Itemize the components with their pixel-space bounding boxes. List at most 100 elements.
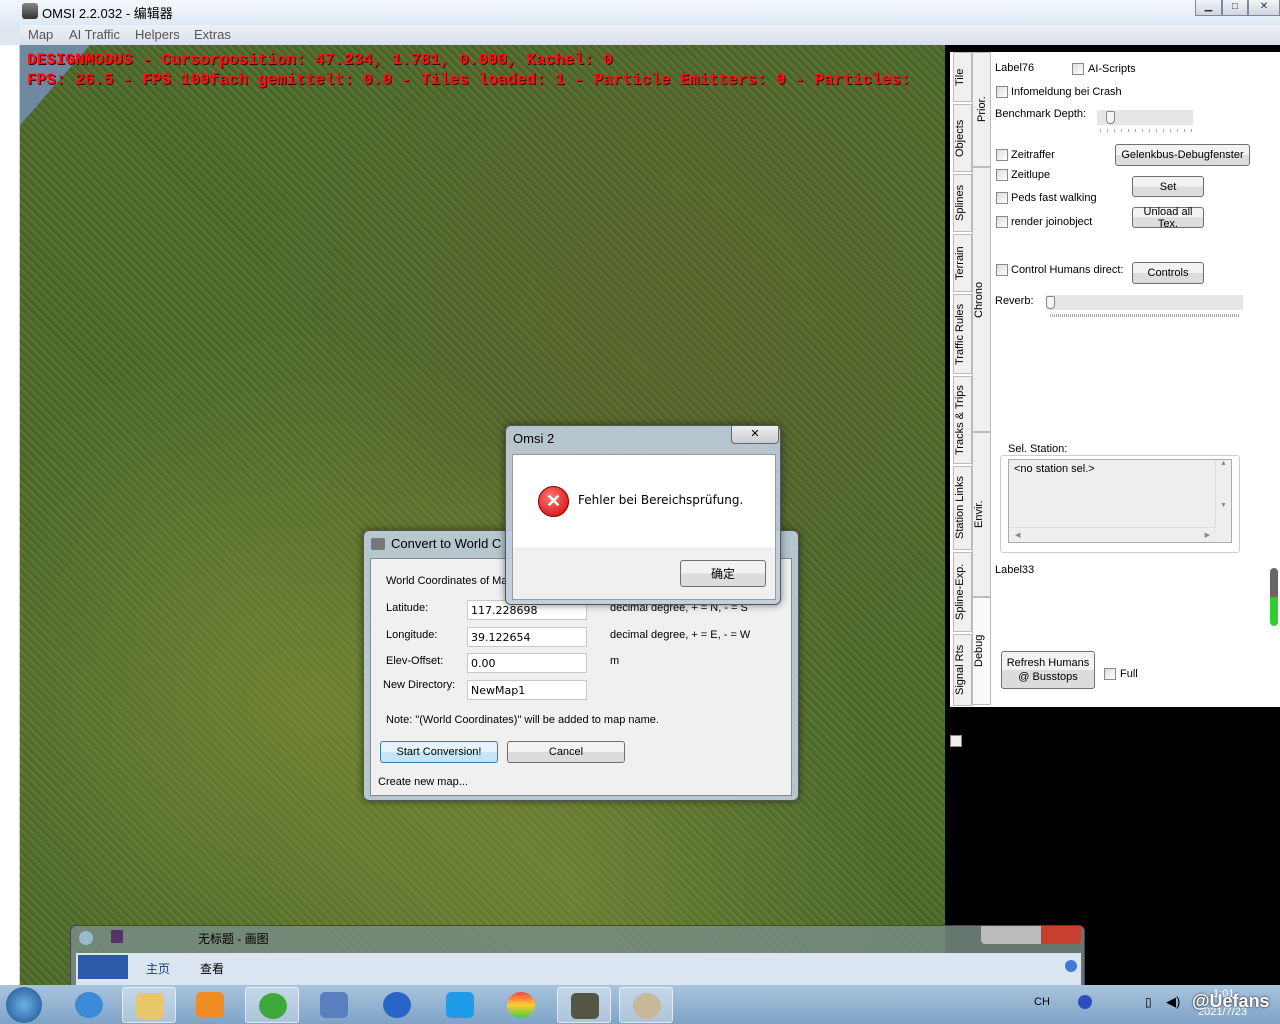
ok-button[interactable]: 确定 [680,560,766,587]
refresh-humans-button[interactable]: Refresh Humans @ Busstops [1001,651,1095,689]
title-bar: OMSI 2.2.032 - 编辑器 ▁ □ ✕ [0,0,1280,25]
render-joinobject-checkbox[interactable] [996,216,1008,228]
note-text: Note: "(World Coordinates)" will be adde… [386,714,659,726]
taskbar-app-5[interactable] [433,987,487,1023]
zeitlupe-checkbox[interactable] [996,169,1008,181]
elev-offset-label: Elev-Offset: [386,655,444,667]
help-icon[interactable] [1065,960,1077,972]
tab-station-links[interactable]: Station Links [953,466,972,550]
error-icon: ✕ [538,486,569,517]
slider-ticks [1100,129,1192,132]
slider-thumb[interactable] [1106,111,1115,124]
taskbar-browser[interactable] [245,987,299,1023]
watermark: @Uefans [1192,991,1270,1011]
tab-traffic-rules[interactable]: Traffic Rules [953,294,972,374]
controls-button[interactable]: Controls [1132,262,1204,284]
message-box-body: ✕ Fehler bei Bereichsprüfung. 确定 [512,454,776,600]
start-button[interactable] [6,987,42,1023]
gelenkbus-debug-button[interactable]: Gelenkbus-Debugfenster [1115,144,1250,166]
save-icon[interactable] [111,930,123,943]
horizontal-scrollbar[interactable]: ◀ ▶ [1009,527,1216,542]
set-button[interactable]: Set [1132,176,1204,197]
menu-helpers[interactable]: Helpers [135,27,180,42]
cancel-button[interactable]: Cancel [507,741,625,763]
menu-bar: Map AI Traffic Helpers Extras [20,25,1280,45]
taskbar-search-tool[interactable] [307,987,361,1023]
longitude-input[interactable]: 39.122654 [467,627,587,647]
slider-thumb[interactable] [1046,296,1055,309]
tab-home[interactable]: 主页 [146,960,170,977]
tab-tracks-trips[interactable]: Tracks & Trips [953,376,972,464]
menu-map[interactable]: Map [28,27,53,42]
unload-all-tex-button[interactable]: Unload all Tex. [1132,206,1204,230]
close-button[interactable]: ✕ [1248,0,1280,16]
zeitlupe-label: Zeitlupe [1011,169,1051,181]
infomeldung-checkbox[interactable] [996,86,1008,98]
new-directory-input[interactable]: NewMap1 [467,680,587,700]
full-checkbox[interactable] [1104,668,1116,680]
control-humans-label: Control Humans direct: [1011,264,1124,276]
tab-prior[interactable]: Prior. [972,52,991,167]
message-box-close-button[interactable]: ✕ [731,426,779,444]
world-coordinates-heading: World Coordinates of Ma [386,575,508,587]
full-label: Full [1120,668,1138,680]
station-listbox[interactable]: <no station sel.> ▲ ▼ ◀ ▶ [1008,459,1232,543]
benchmark-depth-slider[interactable] [1097,110,1193,125]
menu-extras[interactable]: Extras [194,27,231,42]
tab-envir[interactable]: Envir. [972,432,991,597]
tab-debug[interactable]: Debug [972,597,991,705]
ai-scripts-checkbox[interactable] [1072,63,1084,75]
render-joinobject-label: render joinobject [1011,216,1093,228]
folder-icon [136,993,164,1019]
peds-fast-walking-label: Peds fast walking [1011,192,1097,204]
taskbar-paint[interactable] [619,987,673,1023]
elev-offset-input[interactable]: 0.00 [467,653,587,673]
scroll-indicator[interactable] [1270,568,1278,626]
magnifier-icon [320,992,348,1018]
taskbar-video-player[interactable] [370,987,424,1023]
tab-spline-exp[interactable]: Spline-Exp. [953,552,972,632]
tab-splines[interactable]: Splines [953,174,972,232]
taskbar-colorful-app[interactable] [494,987,548,1023]
benchmark-depth-label: Benchmark Depth: [995,108,1087,120]
ai-scripts-label: AI-Scripts [1088,63,1136,75]
file-menu-button[interactable] [78,955,128,979]
taskbar-ie[interactable] [62,987,116,1023]
vertical-scrollbar[interactable]: ▲ ▼ [1215,460,1231,528]
sel-station-label: Sel. Station: [1006,443,1070,455]
status-text: Create new map... [378,776,468,788]
taskbar-omsi[interactable] [557,987,611,1023]
colorful-icon [507,992,535,1018]
tab-signal-rts[interactable]: Signal Rts [953,634,972,706]
tab-chrono[interactable]: Chrono [972,167,991,432]
tab-tile[interactable]: Tile [953,52,972,102]
zeitraffer-checkbox[interactable] [996,149,1008,161]
longitude-unit: decimal degree, + = E, - = W [610,629,751,641]
control-humans-checkbox[interactable] [996,264,1008,276]
menu-ai-traffic[interactable]: AI Traffic [69,27,120,42]
paint-window-controls[interactable] [981,926,1081,944]
elev-offset-unit: m [610,655,620,667]
maximize-button[interactable]: □ [1222,0,1248,16]
message-box-title: Omsi 2 [513,431,555,446]
minimize-button[interactable]: ▁ [1195,0,1222,16]
taskbar-media-player[interactable] [183,987,237,1023]
language-indicator[interactable]: CH [1034,996,1050,1008]
3d-viewport[interactable] [20,45,945,985]
tab-view[interactable]: 查看 [200,960,224,977]
volume-icon[interactable]: ◀) [1166,994,1180,1010]
tab-terrain[interactable]: Terrain [953,234,972,292]
station-list-item[interactable]: <no station sel.> [1014,463,1095,475]
start-conversion-button[interactable]: Start Conversion! [380,741,498,763]
help-tray-icon[interactable] [1078,995,1092,1009]
small-checkbox[interactable] [950,735,962,747]
hud-fps-line: FPS: 26.5 - FPS 100fach gemittelt: 0.0 -… [27,71,911,89]
reverb-slider[interactable] [1046,295,1243,310]
slider-ticks [1050,314,1240,317]
network-icon[interactable]: ▯ [1145,995,1152,1009]
peds-fast-walking-checkbox[interactable] [996,192,1008,204]
tab-objects[interactable]: Objects [953,104,972,172]
longitude-label: Longitude: [386,629,438,641]
taskbar-explorer[interactable] [122,987,176,1023]
latitude-label: Latitude: [386,602,429,614]
